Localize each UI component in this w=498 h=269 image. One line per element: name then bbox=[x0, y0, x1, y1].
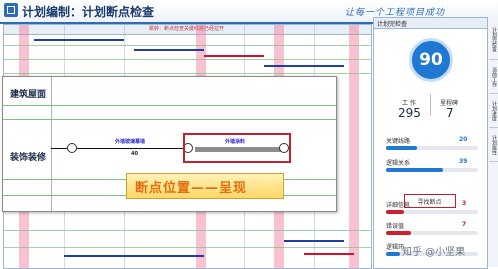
gantt-timescale: 跳转：断点检查关键线路已经拉开 bbox=[4, 25, 371, 35]
plan-check-panel: 计划完检查 90 工 作 295 里程碑 7 关键线路 20 逻辑关系 39 寻… bbox=[373, 17, 488, 269]
app-icon bbox=[4, 3, 18, 17]
progress-fill bbox=[386, 231, 411, 235]
side-tab-strip: 计划完检查 当前工作 计划进度 计划属性 bbox=[487, 17, 498, 267]
task-bar[interactable] bbox=[264, 65, 344, 67]
find-breakpoint-button[interactable]: 寻找断点 bbox=[404, 194, 456, 208]
check-label: 错误值 bbox=[386, 223, 405, 230]
task-bar[interactable] bbox=[64, 255, 204, 257]
weekend-column bbox=[349, 25, 359, 268]
progress-fill bbox=[386, 252, 400, 256]
row-line bbox=[4, 230, 371, 231]
find-button-label: 寻找断点 bbox=[417, 199, 442, 206]
progress-fill bbox=[386, 146, 418, 150]
check-label: 详细信息 bbox=[386, 202, 411, 209]
task-arrow[interactable] bbox=[77, 148, 183, 149]
watermark: 知乎 @小坚果 bbox=[402, 247, 466, 258]
check-value: 7 bbox=[462, 221, 467, 228]
score-gauge: 90 bbox=[409, 38, 453, 82]
task-bar[interactable] bbox=[34, 39, 124, 41]
row-separator bbox=[3, 105, 336, 106]
task-bar[interactable] bbox=[134, 49, 204, 51]
progress-fill bbox=[386, 210, 405, 214]
check-value: 3 bbox=[462, 200, 467, 207]
network-node[interactable] bbox=[279, 143, 289, 153]
side-tab[interactable]: 计划完检查 bbox=[489, 19, 498, 60]
gantt-top-label: 跳转：断点检查关键线路已经拉开 bbox=[149, 26, 225, 32]
stat-divider bbox=[430, 94, 431, 116]
critical-task-bar[interactable] bbox=[204, 55, 264, 57]
row-line bbox=[4, 59, 371, 60]
banner-text: 断点位置——呈现 bbox=[135, 181, 248, 196]
check-progress bbox=[386, 168, 478, 172]
progress-fill bbox=[386, 168, 444, 172]
row-line bbox=[4, 247, 371, 248]
annotation-banner: 断点位置——呈现 bbox=[126, 173, 284, 199]
check-label: 关键线路 bbox=[386, 138, 411, 145]
breakpoint-task-bar[interactable] bbox=[195, 147, 285, 152]
critical-task-bar[interactable] bbox=[304, 253, 354, 255]
row-separator bbox=[3, 119, 336, 120]
check-value: 39 bbox=[459, 158, 468, 165]
network-node[interactable] bbox=[67, 143, 77, 153]
panel-header: 计划完检查 bbox=[374, 18, 487, 29]
milestone-value: 7 bbox=[446, 106, 454, 120]
check-progress bbox=[386, 231, 478, 235]
task-bar[interactable] bbox=[284, 240, 344, 242]
row-line bbox=[4, 73, 371, 74]
page-title: 计划编制：计划断点检查 bbox=[22, 5, 155, 19]
check-progress bbox=[386, 210, 478, 214]
side-tab[interactable]: 计划进度 bbox=[489, 95, 498, 128]
task-duration: 40 bbox=[131, 151, 138, 157]
check-progress bbox=[386, 146, 478, 150]
panel-title: 计划完检查 bbox=[377, 21, 408, 28]
check-label: 逻辑关系 bbox=[386, 160, 411, 167]
row-line bbox=[4, 45, 371, 46]
row-label-roof: 建筑屋面 bbox=[10, 90, 47, 100]
task-name: 外墙玻璃幕墙 bbox=[115, 139, 146, 145]
side-tab[interactable]: 计划属性 bbox=[489, 129, 498, 162]
link-line bbox=[51, 148, 67, 149]
score-value: 90 bbox=[419, 50, 443, 70]
work-value: 295 bbox=[398, 106, 421, 120]
side-tab[interactable]: 当前工作 bbox=[489, 61, 498, 94]
check-value: 20 bbox=[459, 136, 468, 143]
row-label-decoration: 装饰装修 bbox=[10, 153, 47, 163]
task-name: 外墙涂料 bbox=[225, 139, 246, 145]
